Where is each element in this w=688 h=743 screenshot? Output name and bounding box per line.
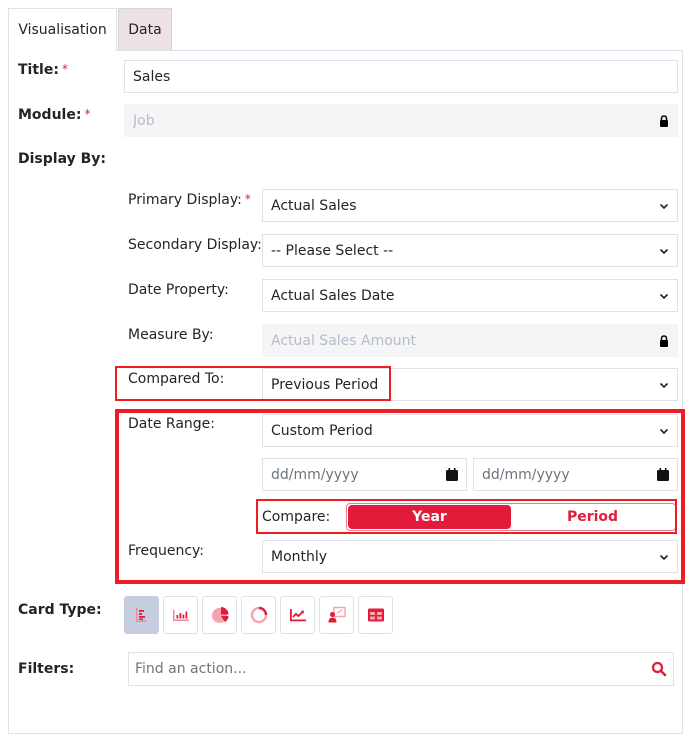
primary-display-value: Actual Sales [271, 197, 357, 214]
end-date-input[interactable]: dd/mm/yyyy [473, 458, 678, 491]
table-icon [367, 608, 384, 622]
chevron-down-icon [659, 293, 669, 299]
chevron-down-icon [659, 248, 669, 254]
chevron-down-icon [659, 554, 669, 560]
module-label-text: Module: [18, 107, 82, 123]
frequency-label: Frequency: [128, 543, 205, 559]
card-type-table[interactable] [358, 596, 393, 634]
presenter-kpi-icon [328, 606, 346, 623]
lock-icon [660, 114, 668, 127]
frequency-select[interactable]: Monthly [262, 540, 678, 573]
start-date-input[interactable]: dd/mm/yyyy [262, 458, 467, 491]
date-range-label: Date Range: [128, 416, 216, 432]
horizontal-bar-chart-icon [135, 608, 147, 622]
frequency-value: Monthly [271, 548, 328, 565]
date-property-select[interactable]: Actual Sales Date [262, 279, 678, 312]
module-label: Module: * [18, 107, 90, 123]
title-label-text: Title: [18, 62, 59, 78]
date-property-value: Actual Sales Date [271, 287, 395, 304]
pie-chart-icon [211, 607, 228, 623]
card-type-options [124, 596, 393, 634]
measure-by-input: Actual Sales Amount [262, 324, 678, 357]
required-marker: * [61, 62, 68, 76]
start-date-placeholder: dd/mm/yyyy [271, 466, 359, 483]
title-label: Title: * [18, 62, 68, 78]
display-by-label: Display By: [18, 151, 106, 167]
tab-data[interactable]: Data [118, 8, 172, 51]
card-type-pie[interactable] [202, 596, 237, 634]
filters-search-input[interactable] [135, 661, 651, 677]
primary-display-select[interactable]: Actual Sales [262, 189, 678, 222]
date-property-label: Date Property: [128, 282, 229, 298]
line-chart-icon [289, 609, 306, 622]
compare-highlight [256, 499, 677, 534]
module-value: Job [133, 112, 155, 129]
filters-search [128, 652, 674, 686]
title-input[interactable]: Sales [124, 60, 678, 93]
card-type-vertical-bar[interactable] [163, 596, 198, 634]
lock-icon [660, 334, 668, 347]
card-type-horizontal-bar[interactable] [124, 596, 159, 634]
card-type-donut[interactable] [241, 596, 276, 634]
tab-visualisation[interactable]: Visualisation [8, 8, 117, 52]
required-marker: * [84, 107, 91, 121]
measure-by-value: Actual Sales Amount [271, 332, 417, 349]
secondary-display-value: -- Please Select -- [271, 242, 394, 259]
filters-label: Filters: [18, 661, 75, 677]
measure-by-label: Measure By: [128, 327, 214, 343]
chevron-down-icon [659, 428, 669, 434]
primary-display-label-text: Primary Display: [128, 192, 242, 208]
chevron-down-icon [659, 203, 669, 209]
date-range-value: Custom Period [271, 422, 373, 439]
required-marker: * [244, 192, 251, 206]
module-input: Job [124, 104, 678, 137]
vertical-bar-chart-icon [172, 610, 189, 621]
calendar-icon[interactable] [446, 468, 458, 481]
card-type-line[interactable] [280, 596, 315, 634]
date-range-select[interactable]: Custom Period [262, 414, 678, 447]
end-date-placeholder: dd/mm/yyyy [482, 466, 570, 483]
card-type-label: Card Type: [18, 602, 102, 618]
secondary-display-select[interactable]: -- Please Select -- [262, 234, 678, 267]
donut-chart-icon [250, 606, 267, 624]
title-value: Sales [133, 68, 171, 85]
secondary-display-label: Secondary Display: [128, 237, 262, 253]
search-icon[interactable] [651, 661, 667, 677]
compared-to-highlight [115, 366, 391, 401]
tab-bar: Visualisation Data [8, 8, 172, 52]
primary-display-label: Primary Display: * [128, 192, 251, 208]
chevron-down-icon [659, 382, 669, 388]
card-type-presenter[interactable] [319, 596, 354, 634]
calendar-icon[interactable] [657, 468, 669, 481]
